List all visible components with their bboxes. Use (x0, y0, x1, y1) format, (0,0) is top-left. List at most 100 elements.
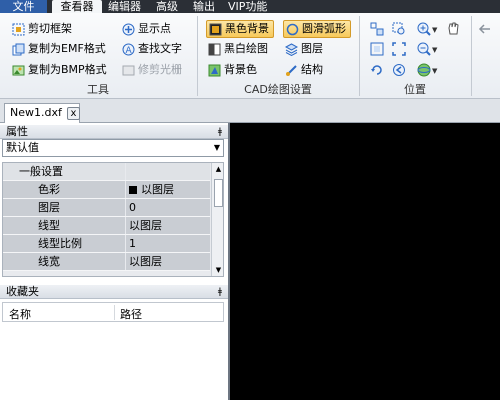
property-value[interactable]: 以图层 (126, 217, 210, 234)
property-group-label: 一般设置 (3, 163, 125, 180)
tools-group-label: 工具 (87, 83, 109, 96)
copy-bmp-icon (12, 64, 25, 77)
zoom-out-icon[interactable] (417, 42, 431, 56)
structure-button[interactable]: 结构 (285, 61, 323, 79)
property-grid: − 一般设置 色彩 以图层 图层 0 线型 以图层 线型比例 1 线宽 以图层 … (2, 162, 224, 277)
find-text-label: 查找文字 (138, 42, 182, 55)
show-points-icon (122, 23, 135, 36)
copy-bmp-label: 复制为BMP格式 (28, 63, 107, 76)
clip-frame-icon (12, 23, 25, 36)
scroll-up-icon[interactable]: ▲ (212, 163, 223, 175)
copy-bmp-button[interactable]: 复制为BMP格式 (12, 61, 107, 79)
smooth-arc-icon (286, 23, 299, 36)
structure-label: 结构 (301, 63, 323, 76)
property-value[interactable]: 以图层 (126, 253, 210, 270)
structure-icon (285, 64, 298, 77)
property-row-color[interactable]: 色彩 以图层 (3, 181, 210, 199)
black-background-label: 黑色背景 (225, 22, 269, 35)
property-value[interactable]: 以图层 (126, 181, 210, 198)
group-separator (471, 16, 472, 96)
favorites-panel-title: 收藏夹 ǂ (0, 285, 228, 299)
document-tab-label: New1.dxf (10, 106, 62, 119)
bw-drawing-label: 黑白绘图 (224, 42, 268, 55)
property-value[interactable]: 1 (126, 235, 210, 252)
column-path[interactable]: 路径 (120, 306, 142, 322)
document-tab-strip: New1.dxf x (0, 99, 500, 123)
background-color-icon (208, 64, 221, 77)
tab-output[interactable]: 输出 (193, 0, 215, 13)
zoom-out-caret-icon[interactable]: ▼ (432, 46, 437, 54)
column-divider[interactable] (114, 305, 115, 320)
copy-emf-icon (12, 43, 25, 56)
zoom-previous-icon[interactable] (392, 63, 406, 77)
tab-viewer[interactable]: 查看器 (52, 0, 102, 13)
position-group-label: 位置 (404, 83, 426, 96)
fit-extents-icon[interactable] (392, 42, 406, 56)
property-row-lineweight[interactable]: 线宽 以图层 (3, 253, 210, 271)
find-text-button[interactable]: A 查找文字 (122, 40, 182, 58)
fit-drawing-icon[interactable] (370, 42, 384, 56)
show-points-button[interactable]: 显示点 (122, 20, 171, 38)
favorites-title-label: 收藏夹 (6, 285, 39, 298)
properties-title-label: 属性 (6, 125, 28, 138)
property-label: 线宽 (3, 253, 125, 270)
smooth-arc-label: 圆滑弧形 (302, 22, 346, 35)
color-swatch-icon (129, 186, 137, 194)
layers-icon (284, 42, 299, 56)
property-row-layer[interactable]: 图层 0 (3, 199, 210, 217)
drawing-canvas[interactable] (228, 123, 500, 400)
property-group-row[interactable]: − 一般设置 (3, 163, 210, 181)
property-value-text: 以图层 (141, 183, 174, 196)
property-label: 线型 (3, 217, 125, 234)
column-name[interactable]: 名称 (9, 306, 31, 322)
layers-label: 图层 (301, 42, 323, 55)
property-row-linetype[interactable]: 线型 以图层 (3, 217, 210, 235)
pin-icon[interactable]: ǂ (218, 285, 222, 299)
copy-emf-label: 复制为EMF格式 (28, 42, 106, 55)
properties-preset-dropdown[interactable]: 默认值 ▼ (2, 139, 224, 157)
view-3d-caret-icon[interactable]: ▼ (432, 67, 437, 75)
background-color-label: 背景色 (224, 63, 257, 76)
left-panel: 属性 ǂ 默认值 ▼ − 一般设置 色彩 以图层 图层 0 线型 以图层 线型比… (0, 123, 228, 400)
zoom-in-icon[interactable] (417, 22, 431, 36)
trim-raster-label: 修剪光栅 (138, 63, 182, 76)
clip-frame-label: 剪切框架 (28, 22, 72, 35)
property-value[interactable]: 0 (126, 199, 210, 216)
dropdown-value: 默认值 (6, 141, 39, 154)
view-3d-icon[interactable] (417, 63, 431, 77)
chevron-down-icon[interactable]: ▼ (214, 140, 220, 156)
menu-file[interactable]: 文件 (0, 0, 47, 13)
zoom-rect-icon[interactable] (392, 22, 406, 36)
black-background-icon (209, 23, 222, 36)
property-scrollbar[interactable]: ▲ ▼ (211, 163, 223, 276)
menu-bar: 文件 查看器 编辑器 高级 输出 VIP功能 (0, 0, 500, 13)
trim-raster-button[interactable]: 修剪光栅 (122, 61, 182, 79)
scroll-thumb[interactable] (214, 179, 223, 207)
svg-text:A: A (126, 46, 133, 56)
layers-button[interactable]: 图层 (284, 40, 323, 58)
zoom-in-caret-icon[interactable]: ▼ (432, 26, 437, 34)
black-background-button[interactable]: 黑色背景 (206, 20, 274, 38)
cad-group-label: CAD绘图设置 (244, 83, 312, 96)
property-row-linetype-scale[interactable]: 线型比例 1 (3, 235, 210, 253)
smooth-arc-button[interactable]: 圆滑弧形 (283, 20, 351, 38)
close-tab-icon[interactable]: x (67, 107, 80, 120)
zoom-window-icon[interactable] (370, 22, 384, 36)
document-tab[interactable]: New1.dxf x (4, 103, 80, 123)
property-label: 色彩 (3, 181, 125, 198)
rotate-view-icon[interactable] (370, 63, 384, 77)
scroll-down-icon[interactable]: ▼ (212, 264, 223, 276)
properties-panel-title: 属性 ǂ (0, 125, 228, 139)
bw-drawing-button[interactable]: 黑白绘图 (208, 40, 268, 58)
background-color-button[interactable]: 背景色 (208, 61, 257, 79)
pan-hand-icon[interactable] (446, 21, 460, 35)
tab-editor[interactable]: 编辑器 (108, 0, 141, 13)
tab-advanced[interactable]: 高级 (156, 0, 178, 13)
copy-emf-button[interactable]: 复制为EMF格式 (12, 40, 106, 58)
back-arrow-icon[interactable] (478, 22, 492, 36)
clip-frame-button[interactable]: 剪切框架 (12, 20, 72, 38)
property-label: 线型比例 (3, 235, 125, 252)
tab-vip[interactable]: VIP功能 (228, 0, 267, 13)
trim-raster-icon (122, 64, 135, 77)
pin-icon[interactable]: ǂ (218, 125, 222, 139)
